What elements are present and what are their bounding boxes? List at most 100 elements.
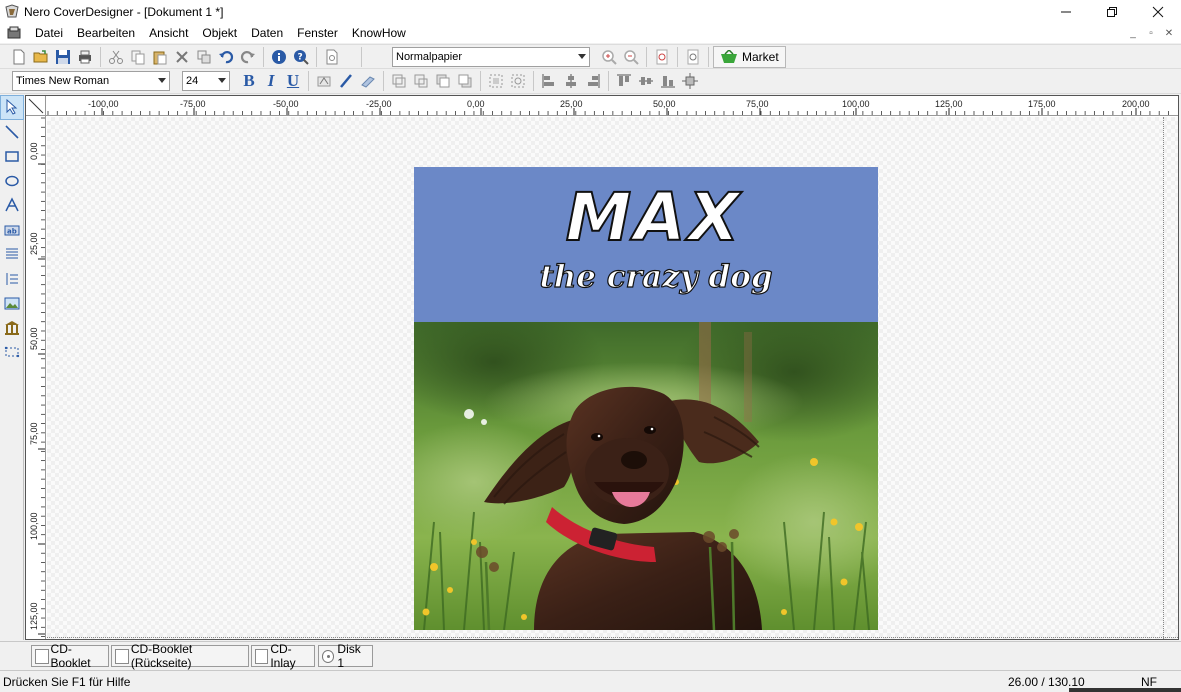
track-list-tool-icon[interactable] [0,267,24,292]
line-tool-icon[interactable] [0,120,24,145]
menu-fenster[interactable]: Fenster [290,23,345,43]
market-button[interactable]: Market [713,45,786,68]
keyboard-mode-indicator: NF [1141,675,1157,689]
zoom-fit-icon[interactable] [682,46,704,68]
menu-bearbeiten[interactable]: Bearbeiten [70,23,142,43]
cut-icon[interactable] [105,46,127,68]
mdi-close-button[interactable]: ✕ [1161,25,1177,41]
paper-type-select[interactable]: Normalpapier [392,46,590,67]
design-canvas[interactable]: MAX the crazy dog [47,117,1178,639]
design-workspace[interactable]: MAX the crazy dog -100,00 -75,00 -50,00 … [25,95,1179,640]
page-settings-icon[interactable] [321,46,343,68]
tool-palette: ab [0,95,24,640]
image-tool-icon[interactable] [0,291,24,316]
ellipse-tool-icon[interactable] [0,169,24,194]
align-left-icon[interactable] [538,70,560,92]
italic-button[interactable]: I [260,70,282,92]
fill-icon[interactable] [313,70,335,92]
save-icon[interactable] [52,46,74,68]
document-tabs: CD-Booklet CD-Booklet (Rückseite) CD-Inl… [0,641,1181,670]
menu-bar: Datei Bearbeiten Ansicht Objekt Daten Fe… [0,23,1181,43]
font-family-value: Times New Roman [16,75,110,87]
page-icon [255,648,269,664]
shadow-icon[interactable] [357,70,379,92]
dog-photo[interactable] [414,322,878,630]
restore-button[interactable] [1089,0,1135,23]
svg-text:ab: ab [7,227,17,235]
text-art-tool-icon[interactable] [0,193,24,218]
ruler-label: 100,00 [29,512,39,540]
ruler-label: 0,00 [29,142,39,160]
tab-cd-booklet-back[interactable]: CD-Booklet (Rückseite) [111,642,249,670]
menu-ansicht[interactable]: Ansicht [142,23,195,43]
pen-color-icon[interactable] [335,70,357,92]
bold-button[interactable]: B [238,70,260,92]
field-tool-icon[interactable] [0,340,24,365]
tab-cd-inlay[interactable]: CD-Inlay [251,642,315,670]
ruler-label: -25,00 [366,99,392,109]
open-folder-icon[interactable] [30,46,52,68]
chevron-down-icon [578,53,586,59]
send-back-icon[interactable] [410,70,432,92]
zoom-page-icon[interactable] [651,46,673,68]
info-icon[interactable] [268,46,290,68]
align-right-icon[interactable] [582,70,604,92]
backward-icon[interactable] [454,70,476,92]
ruler-label: 50,00 [653,99,676,109]
copy-icon[interactable] [127,46,149,68]
cover-artwork[interactable]: MAX the crazy dog [414,167,878,630]
mdi-restore-button[interactable]: ▫ [1143,25,1159,41]
group-icon[interactable] [485,70,507,92]
redo-icon[interactable] [237,46,259,68]
paste-icon[interactable] [149,46,171,68]
forward-icon[interactable] [432,70,454,92]
bring-front-icon[interactable] [388,70,410,92]
print-icon[interactable] [74,46,96,68]
center-page-icon[interactable] [679,70,701,92]
align-middle-icon[interactable] [635,70,657,92]
zoom-out-icon[interactable] [620,46,642,68]
tab-disk-1[interactable]: Disk 1 [318,642,373,670]
undo-icon[interactable] [215,46,237,68]
text-box-tool-icon[interactable]: ab [0,218,24,243]
select-tool-icon[interactable] [0,95,24,120]
paragraph-tool-icon[interactable] [0,242,24,267]
mdi-minimize-button[interactable]: _ [1125,25,1141,41]
ruler-corner[interactable] [26,96,46,116]
font-family-select[interactable]: Times New Roman [12,71,170,91]
close-button[interactable] [1135,0,1181,23]
ruler-label: 75,00 [746,99,769,109]
menu-daten[interactable]: Daten [244,23,290,43]
delete-icon[interactable] [171,46,193,68]
font-size-select[interactable]: 24 [182,71,230,91]
new-document-icon[interactable] [8,46,30,68]
menu-knowhow[interactable]: KnowHow [345,23,413,43]
page-border-right [1163,117,1164,639]
align-bottom-icon[interactable] [657,70,679,92]
paper-type-value: Normalpapier [396,50,463,63]
ungroup-icon[interactable] [507,70,529,92]
menu-datei[interactable]: Datei [28,23,70,43]
duplicate-icon[interactable] [193,46,215,68]
cover-subtitle-text[interactable]: the crazy dog [534,257,778,297]
align-top-icon[interactable] [613,70,635,92]
tab-cd-booklet[interactable]: CD-Booklet [31,642,109,670]
cover-title-text[interactable]: MAX [544,182,764,254]
minimize-button[interactable] [1043,0,1089,23]
underline-button[interactable]: U [282,70,304,92]
zoom-in-icon[interactable] [598,46,620,68]
help-search-icon[interactable]: ? [290,46,312,68]
align-center-icon[interactable] [560,70,582,92]
main-toolbar: ? Normalpapier Market [0,44,1181,69]
document-icon[interactable] [6,25,22,41]
menu-objekt[interactable]: Objekt [195,23,244,43]
font-size-value: 24 [186,75,199,87]
tab-label: CD-Booklet (Rückseite) [130,642,193,670]
tab-label: Disk 1 [337,642,361,670]
chevron-down-icon [158,78,166,83]
library-tool-icon[interactable] [0,316,24,341]
ruler-label: 50,00 [29,327,39,350]
ruler-label: 200,00 [1122,99,1150,109]
tab-label: CD-Inlay [270,642,296,670]
rectangle-tool-icon[interactable] [0,144,24,169]
